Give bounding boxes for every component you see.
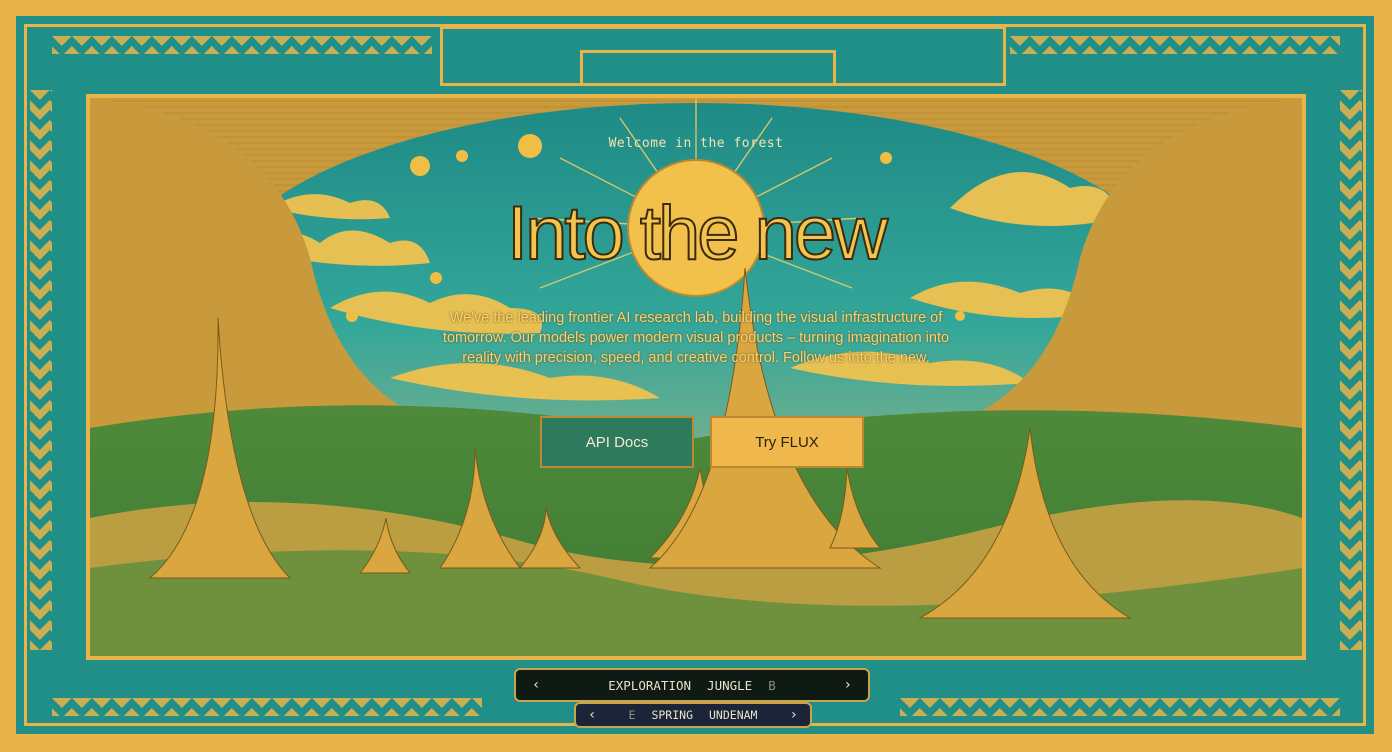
carousel-label[interactable]: EXPLORATION — [608, 678, 691, 693]
api-docs-button[interactable]: API Docs — [540, 416, 694, 468]
carousel-nav-secondary: ‹ E SPRING UNDENAM › — [574, 702, 812, 728]
welcome-text: Welcome in the forest — [608, 136, 784, 151]
zigzag-border-bottom-right — [900, 698, 1340, 716]
carousel-label[interactable]: UNDENAM — [709, 708, 757, 722]
carousel-label[interactable]: B — [768, 678, 776, 693]
carousel-labels: E SPRING UNDENAM — [629, 708, 758, 722]
hero-description: We've the leading frontier AI research l… — [442, 310, 950, 366]
try-flux-button[interactable]: Try FLUX — [710, 416, 864, 468]
carousel-labels: EXPLORATION JUNGLE B — [608, 678, 775, 693]
zigzag-border-right — [1340, 90, 1362, 650]
zigzag-border-top-left — [52, 36, 432, 54]
hero-section: Welcome in the forest Into the new We've… — [90, 98, 1302, 656]
carousel-label[interactable]: SPRING — [651, 708, 693, 722]
zigzag-border-bottom-left — [52, 698, 482, 716]
hero-frame: Welcome in the forest Into the new We've… — [86, 94, 1306, 660]
carousel-nav-primary: ‹ EXPLORATION JUNGLE B › — [514, 668, 870, 702]
top-ornament-inner — [580, 50, 836, 86]
page-frame: Welcome in the forest Into the new We've… — [0, 0, 1392, 752]
page-title: Into the new — [506, 190, 889, 277]
carousel-label[interactable]: E — [629, 708, 636, 722]
zigzag-border-left — [30, 90, 52, 650]
zigzag-border-top-right — [1010, 36, 1340, 54]
chevron-left-icon[interactable]: ‹ — [530, 677, 542, 693]
chevron-right-icon[interactable]: › — [788, 707, 800, 723]
carousel-label[interactable]: JUNGLE — [707, 678, 752, 693]
chevron-right-icon[interactable]: › — [842, 677, 854, 693]
chevron-left-icon[interactable]: ‹ — [586, 707, 598, 723]
